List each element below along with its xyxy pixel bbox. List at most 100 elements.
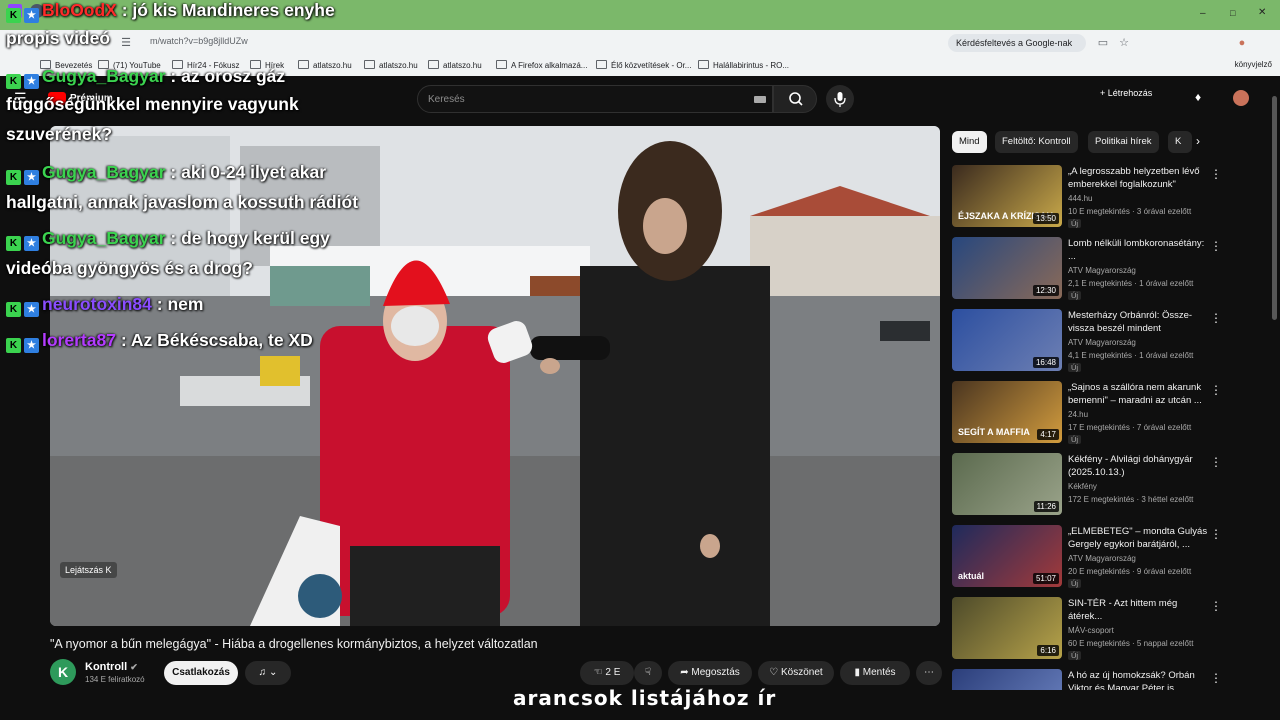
- recommendation-title[interactable]: SIN-TÉR - Azt hittem még átérek...: [1068, 598, 1210, 623]
- recommendation-item[interactable]: ÉJSZAKA A KRÍZISAU 13:50 „A legrosszabb he…: [950, 165, 1250, 231]
- notifications-icon[interactable]: ♦: [1195, 90, 1201, 104]
- recommendation-item[interactable]: 11:26 Kékfény - Alvilági dohánygyár (2025…: [950, 453, 1250, 519]
- more-vertical-icon[interactable]: ⋮: [1210, 311, 1222, 325]
- recommendation-item[interactable]: A hó az új homokzsák? Orbán Viktor és Ma…: [950, 669, 1250, 690]
- new-badge: Új: [1068, 363, 1082, 372]
- window-maximize-icon[interactable]: □: [1230, 8, 1235, 18]
- more-vertical-icon[interactable]: ⋮: [1210, 383, 1222, 397]
- bookmark-item[interactable]: atlatszo.hu: [428, 60, 482, 70]
- create-button[interactable]: + Létrehozás: [1100, 88, 1152, 98]
- voice-search-button[interactable]: [826, 85, 854, 113]
- bookmark-item[interactable]: atlatszo.hu: [364, 60, 418, 70]
- url-field[interactable]: m/watch?v=b9g8jlldUZw: [150, 36, 248, 46]
- thumbnail-caption: aktuál: [958, 571, 985, 581]
- window-minimize-icon[interactable]: –: [1200, 8, 1206, 19]
- notification-bell-button[interactable]: ♫ ⌄: [245, 661, 291, 685]
- save-button[interactable]: ▮ Mentés: [840, 661, 910, 685]
- more-vertical-icon[interactable]: ⋮: [1210, 239, 1222, 253]
- chat-badge-icon: K: [6, 302, 21, 317]
- video-thumbnail[interactable]: aktuál 51:07: [952, 525, 1062, 587]
- more-vertical-icon[interactable]: ⋮: [1210, 455, 1222, 469]
- recommendation-title[interactable]: „A legrosszabb helyzetben lévő emberekke…: [1068, 166, 1210, 191]
- more-vertical-icon[interactable]: ⋮: [1210, 527, 1222, 541]
- google-lens-button[interactable]: Kérdésfeltevés a Google-nak: [948, 34, 1086, 52]
- thanks-icon: ♡: [769, 667, 779, 678]
- plus-icon: +: [1100, 88, 1108, 98]
- video-thumbnail[interactable]: [952, 669, 1062, 690]
- recommendation-title[interactable]: Kékfény - Alvilági dohánygyár (2025.10.1…: [1068, 454, 1210, 479]
- recommendation-channel[interactable]: 24.hu: [1068, 410, 1088, 419]
- chat-username[interactable]: neurotoxin84: [42, 294, 152, 314]
- share-button[interactable]: ➦ Megosztás: [668, 661, 752, 685]
- keyboard-icon[interactable]: [754, 96, 766, 103]
- recommendation-title[interactable]: Mesterházy Orbánról: Össze-vissza beszél…: [1068, 310, 1210, 335]
- chat-badge-icon: K: [6, 338, 21, 353]
- search-box[interactable]: Keresés: [417, 85, 773, 113]
- recommendation-channel[interactable]: MÁV-csoport: [1068, 626, 1114, 635]
- search-input[interactable]: Keresés: [428, 94, 465, 105]
- skip-hint[interactable]: Lejátszás K: [60, 562, 117, 578]
- window-close-icon[interactable]: ✕: [1258, 7, 1266, 18]
- more-vertical-icon[interactable]: ⋮: [1210, 167, 1222, 181]
- chat-message: K ★ BloOodX : jó kis Mandineres enyhe: [6, 0, 335, 23]
- share-label: Megosztás: [691, 667, 740, 678]
- bookmark-item[interactable]: Élő közvetítések - Or...: [596, 60, 691, 70]
- tune-icon[interactable]: ☰: [120, 37, 132, 49]
- more-vertical-icon[interactable]: ⋮: [1210, 671, 1222, 685]
- recommendation-item[interactable]: aktuál 51:07 „ELMEBETEG" – mondta Gulyás G…: [950, 525, 1250, 591]
- video-thumbnail[interactable]: SEGÍT A MAFFIA 4:17: [952, 381, 1062, 443]
- recommendation-item[interactable]: 16:48 Mesterházy Orbánról: Össze-vissza b…: [950, 309, 1250, 375]
- recommendation-meta: 10 E megtekintés · 3 órával ezelőtt: [1068, 207, 1192, 216]
- all-bookmarks[interactable]: könyvjelző: [1235, 60, 1272, 69]
- account-avatar[interactable]: [1233, 90, 1249, 106]
- recommendation-title[interactable]: Lomb nélküli lombkoronasétány: ...: [1068, 238, 1210, 263]
- recommendation-channel[interactable]: ATV Magyarország: [1068, 554, 1136, 563]
- search-button[interactable]: [773, 85, 817, 113]
- recommendation-title[interactable]: „ELMEBETEG" – mondta Gulyás Gergely egyk…: [1068, 526, 1210, 551]
- scrollbar-thumb[interactable]: [1272, 96, 1277, 320]
- chat-username[interactable]: Gugya_Bagyar: [42, 66, 166, 86]
- recommendation-channel[interactable]: ATV Magyarország: [1068, 338, 1136, 347]
- recommendation-title[interactable]: A hó az új homokzsák? Orbán Viktor és Ma…: [1068, 670, 1210, 690]
- recommendation-item[interactable]: SEGÍT A MAFFIA 4:17 „Sajnos a szállóra nem…: [950, 381, 1250, 447]
- bookmark-item[interactable]: A Firefox alkalmazá...: [496, 60, 587, 70]
- chip-politics[interactable]: Politikai hírek: [1088, 131, 1159, 153]
- duration-badge: 6:16: [1037, 645, 1059, 656]
- chip-more[interactable]: K: [1168, 131, 1192, 153]
- video-thumbnail[interactable]: 12:30: [952, 237, 1062, 299]
- recommendation-channel[interactable]: 444.hu: [1068, 194, 1092, 203]
- more-vertical-icon[interactable]: ⋮: [1210, 599, 1222, 613]
- chat-username[interactable]: BloOodX: [42, 0, 117, 20]
- chat-username[interactable]: lorerta87: [42, 330, 116, 350]
- recommendation-channel[interactable]: ATV Magyarország: [1068, 266, 1136, 275]
- video-thumbnail[interactable]: ÉJSZAKA A KRÍZISAU 13:50: [952, 165, 1062, 227]
- chat-text: hallgatni, annak javaslom a kossuth rádi…: [6, 192, 359, 212]
- recommendation-meta: 172 E megtekintés · 3 héttel ezelőtt: [1068, 495, 1194, 504]
- profile-icon[interactable]: ●: [1236, 37, 1248, 49]
- chevron-right-icon[interactable]: ›: [1196, 134, 1200, 148]
- more-actions-button[interactable]: ⋯: [916, 661, 942, 685]
- thumbs-up-icon: ☜: [593, 667, 603, 678]
- thanks-button[interactable]: ♡ Köszönet: [758, 661, 834, 685]
- recommendation-title[interactable]: „Sajnos a szállóra nem akarunk bemenni" …: [1068, 382, 1210, 407]
- recommendation-channel[interactable]: Kékfény: [1068, 482, 1097, 491]
- chip-uploader[interactable]: Feltöltő: Kontroll: [995, 131, 1078, 153]
- chat-username[interactable]: Gugya_Bagyar: [42, 162, 166, 182]
- dislike-button[interactable]: ☟: [634, 661, 662, 685]
- video-thumbnail[interactable]: 16:48: [952, 309, 1062, 371]
- video-thumbnail[interactable]: 6:16: [952, 597, 1062, 659]
- cast-icon[interactable]: ▭: [1097, 37, 1109, 49]
- video-thumbnail[interactable]: 11:26: [952, 453, 1062, 515]
- bookmark-item[interactable]: atlatszo.hu: [298, 60, 352, 70]
- chip-all[interactable]: Mind: [952, 131, 987, 153]
- recommendation-item[interactable]: 6:16 SIN-TÉR - Azt hittem még átérek... MÁ…: [950, 597, 1250, 663]
- bookmark-star-icon[interactable]: ☆: [1118, 37, 1130, 49]
- recommendation-item[interactable]: 12:30 Lomb nélküli lombkoronasétány: ... A…: [950, 237, 1250, 303]
- channel-name[interactable]: Kontroll ✔: [85, 661, 138, 673]
- channel-avatar[interactable]: K: [50, 659, 76, 685]
- like-button[interactable]: ☜ 2 E: [580, 661, 634, 685]
- subscriber-count: 134 E feliratkozó: [85, 675, 145, 684]
- bookmark-item[interactable]: Halállabirintus - RO...: [698, 60, 789, 70]
- join-button[interactable]: Csatlakozás: [164, 661, 238, 685]
- chat-username[interactable]: Gugya_Bagyar: [42, 228, 166, 248]
